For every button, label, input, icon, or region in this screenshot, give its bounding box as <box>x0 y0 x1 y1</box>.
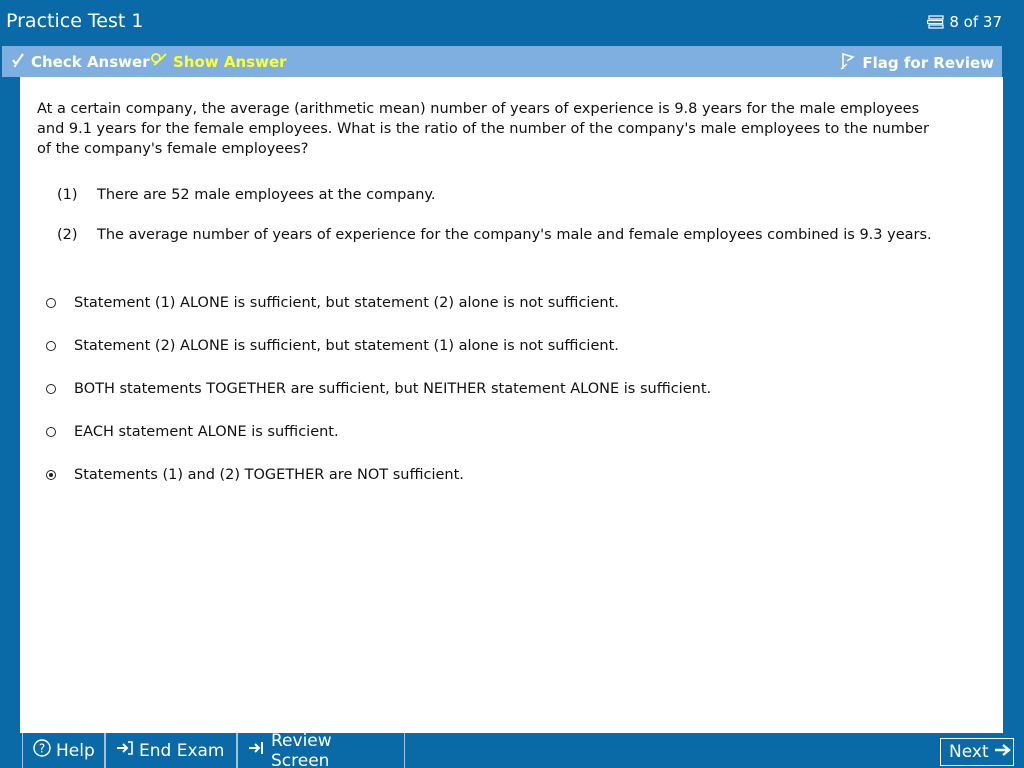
help-button[interactable]: ? Help <box>22 733 105 768</box>
answer-choice-a[interactable]: Statement (1) ALONE is sufficient, but s… <box>46 295 619 311</box>
radio-button[interactable] <box>46 384 56 394</box>
arrow-to-bar-icon <box>248 740 266 761</box>
statement-number: (2) <box>57 227 78 243</box>
exit-icon <box>116 740 134 761</box>
choice-label: Statement (2) ALONE is sufficient, but s… <box>74 338 619 354</box>
list-icon <box>927 15 945 29</box>
help-label: Help <box>56 740 95 761</box>
choice-label: Statements (1) and (2) TOGETHER are NOT … <box>74 467 464 483</box>
question-counter: 8 of 37 <box>927 13 1002 31</box>
answer-choice-c[interactable]: BOTH statements TOGETHER are sufficient,… <box>46 381 711 397</box>
flag-for-review-button[interactable]: Flag for Review <box>839 52 994 74</box>
end-exam-button[interactable]: End Exam <box>105 733 237 768</box>
radio-button[interactable] <box>46 427 56 437</box>
check-icon <box>10 52 26 72</box>
flag-for-review-label: Flag for Review <box>862 54 994 72</box>
arrow-right-icon <box>994 742 1012 763</box>
question-panel: At a certain company, the average (arith… <box>20 77 1003 733</box>
question-stem: At a certain company, the average (arith… <box>37 101 929 157</box>
bottom-nav-bar: ? Help End Exam Review Screen Next <box>20 730 1024 768</box>
toolbar: Check Answer Show Answer Flag for Review <box>2 46 1002 77</box>
radio-button[interactable] <box>46 341 56 351</box>
show-answer-icon <box>150 52 168 72</box>
review-screen-button[interactable]: Review Screen <box>237 730 405 768</box>
choice-label: EACH statement ALONE is sufficient. <box>74 424 339 440</box>
show-answer-label: Show Answer <box>173 53 287 71</box>
page-title: Practice Test 1 <box>6 10 144 32</box>
title-bar: Practice Test 1 8 of 37 <box>0 0 1024 44</box>
answer-choice-d[interactable]: EACH statement ALONE is sufficient. <box>46 424 339 440</box>
check-answer-label: Check Answer <box>31 53 150 71</box>
choice-label: BOTH statements TOGETHER are sufficient,… <box>74 381 712 397</box>
radio-button[interactable] <box>46 298 56 308</box>
choice-label: Statement (1) ALONE is sufficient, but s… <box>74 295 619 311</box>
end-exam-label: End Exam <box>139 740 225 761</box>
progress-text: 8 of 37 <box>949 13 1002 31</box>
question-circle-icon: ? <box>33 739 51 762</box>
answer-choice-e[interactable]: Statements (1) and (2) TOGETHER are NOT … <box>46 467 464 483</box>
statement-1: (1) There are 52 male employees at the c… <box>57 187 436 203</box>
statement-number: (1) <box>57 187 78 203</box>
svg-text:?: ? <box>39 742 45 756</box>
statement-2: (2) The average number of years of exper… <box>57 227 932 243</box>
statement-text: There are 52 male employees at the compa… <box>97 187 436 203</box>
statement-text: The average number of years of experienc… <box>97 227 932 243</box>
next-label: Next <box>949 742 989 762</box>
radio-button[interactable] <box>46 470 56 480</box>
next-button[interactable]: Next <box>940 738 1014 766</box>
show-answer-button[interactable]: Show Answer <box>150 52 287 72</box>
answer-choice-b[interactable]: Statement (2) ALONE is sufficient, but s… <box>46 338 619 354</box>
flag-icon <box>839 52 857 74</box>
check-answer-button[interactable]: Check Answer <box>10 52 150 72</box>
review-screen-label: Review Screen <box>271 730 332 768</box>
